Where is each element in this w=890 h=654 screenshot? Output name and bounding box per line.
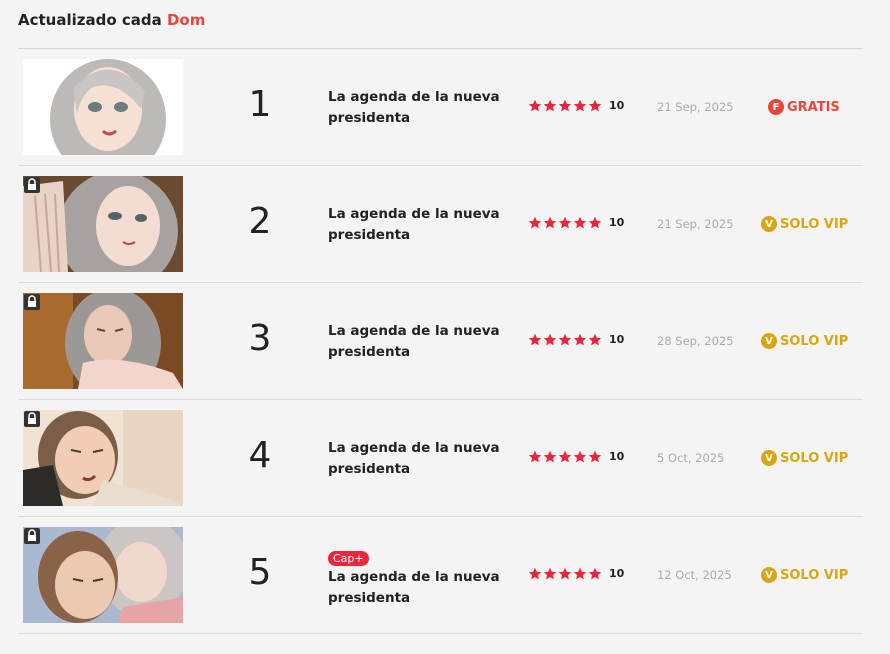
episode-number: 4 — [248, 435, 272, 476]
star-rating: 10 — [528, 99, 624, 112]
vip-icon: V — [761, 216, 777, 232]
stars-icon — [528, 99, 603, 112]
release-date: 12 Oct, 2025 — [657, 568, 732, 582]
star-icon — [588, 333, 602, 346]
release-date: 28 Sep, 2025 — [657, 334, 734, 348]
episode-title[interactable]: La agenda de la nueva presidenta — [328, 321, 518, 363]
star-icon — [528, 216, 542, 229]
episode-number: 2 — [248, 201, 272, 242]
status-label: SOLO VIP — [780, 450, 849, 466]
star-icon — [528, 567, 542, 580]
status-vip: V SOLO VIP — [761, 333, 848, 349]
episode-thumbnail[interactable] — [23, 410, 183, 506]
episode-list: 1 La agenda de la nueva presidenta 10 21… — [18, 49, 863, 634]
episode-row-5[interactable]: 5 Cap+ La agenda de la nueva presidenta … — [18, 517, 863, 634]
episode-title[interactable]: La agenda de la nueva presidenta — [328, 438, 518, 480]
lock-icon — [24, 177, 40, 193]
rating-value: 10 — [609, 216, 625, 229]
status-label: SOLO VIP — [780, 216, 849, 232]
stars-icon — [528, 216, 603, 229]
lock-icon — [24, 411, 40, 427]
star-icon — [558, 450, 572, 463]
episode-number: 5 — [248, 552, 272, 593]
status-label: SOLO VIP — [780, 567, 849, 583]
star-icon — [528, 99, 542, 112]
episode-row-1[interactable]: 1 La agenda de la nueva presidenta 10 21… — [18, 49, 863, 166]
rating-value: 10 — [609, 333, 625, 346]
star-icon — [573, 567, 587, 580]
star-icon — [588, 99, 602, 112]
status-vip: V SOLO VIP — [761, 567, 848, 583]
star-icon — [573, 99, 587, 112]
episode-number: 1 — [248, 84, 272, 125]
star-icon — [543, 333, 557, 346]
status-label: SOLO VIP — [780, 333, 849, 349]
episode-title[interactable]: La agenda de la nueva presidenta — [328, 567, 518, 609]
episode-thumbnail[interactable] — [23, 527, 183, 623]
status-free: F GRATIS — [768, 99, 840, 115]
rating-value: 10 — [609, 567, 625, 580]
star-icon — [543, 567, 557, 580]
vip-icon: V — [761, 333, 777, 349]
star-icon — [588, 567, 602, 580]
star-icon — [558, 567, 572, 580]
free-icon: F — [768, 99, 784, 115]
star-icon — [528, 450, 542, 463]
lock-icon — [24, 294, 40, 310]
stars-icon — [528, 450, 603, 463]
status-vip: V SOLO VIP — [761, 216, 848, 232]
star-icon — [543, 450, 557, 463]
episode-row-4[interactable]: 4 La agenda de la nueva presidenta 10 5 … — [18, 400, 863, 517]
rating-value: 10 — [609, 99, 625, 112]
release-date: 21 Sep, 2025 — [657, 217, 734, 231]
star-icon — [573, 333, 587, 346]
star-icon — [543, 216, 557, 229]
star-icon — [588, 450, 602, 463]
episode-title[interactable]: La agenda de la nueva presidenta — [328, 87, 518, 129]
stars-icon — [528, 333, 603, 346]
star-icon — [558, 99, 572, 112]
star-icon — [573, 450, 587, 463]
star-icon — [573, 216, 587, 229]
status-vip: V SOLO VIP — [761, 450, 848, 466]
lock-icon — [24, 528, 40, 544]
episode-row-3[interactable]: 3 La agenda de la nueva presidenta 10 28… — [18, 283, 863, 400]
star-icon — [558, 216, 572, 229]
rating-value: 10 — [609, 450, 625, 463]
episode-thumbnail[interactable] — [23, 293, 183, 389]
episode-thumbnail[interactable] — [23, 176, 183, 272]
star-rating: 10 — [528, 216, 624, 229]
cap-plus-badge: Cap+ — [328, 551, 369, 566]
star-rating: 10 — [528, 333, 624, 346]
stars-icon — [528, 567, 603, 580]
schedule-prefix: Actualizado cada — [18, 11, 162, 29]
episode-row-2[interactable]: 2 La agenda de la nueva presidenta 10 21… — [18, 166, 863, 283]
episode-thumbnail[interactable] — [23, 59, 183, 155]
star-rating: 10 — [528, 450, 624, 463]
vip-icon: V — [761, 450, 777, 466]
episode-number: 3 — [248, 318, 272, 359]
schedule-heading: Actualizado cada Dom — [18, 11, 205, 29]
star-icon — [528, 333, 542, 346]
episode-title[interactable]: La agenda de la nueva presidenta — [328, 204, 518, 246]
star-icon — [543, 99, 557, 112]
star-rating: 10 — [528, 567, 624, 580]
star-icon — [558, 333, 572, 346]
star-icon — [588, 216, 602, 229]
release-date: 5 Oct, 2025 — [657, 451, 725, 465]
release-date: 21 Sep, 2025 — [657, 100, 734, 114]
vip-icon: V — [761, 567, 777, 583]
schedule-day: Dom — [166, 11, 206, 29]
status-label: GRATIS — [787, 99, 840, 115]
